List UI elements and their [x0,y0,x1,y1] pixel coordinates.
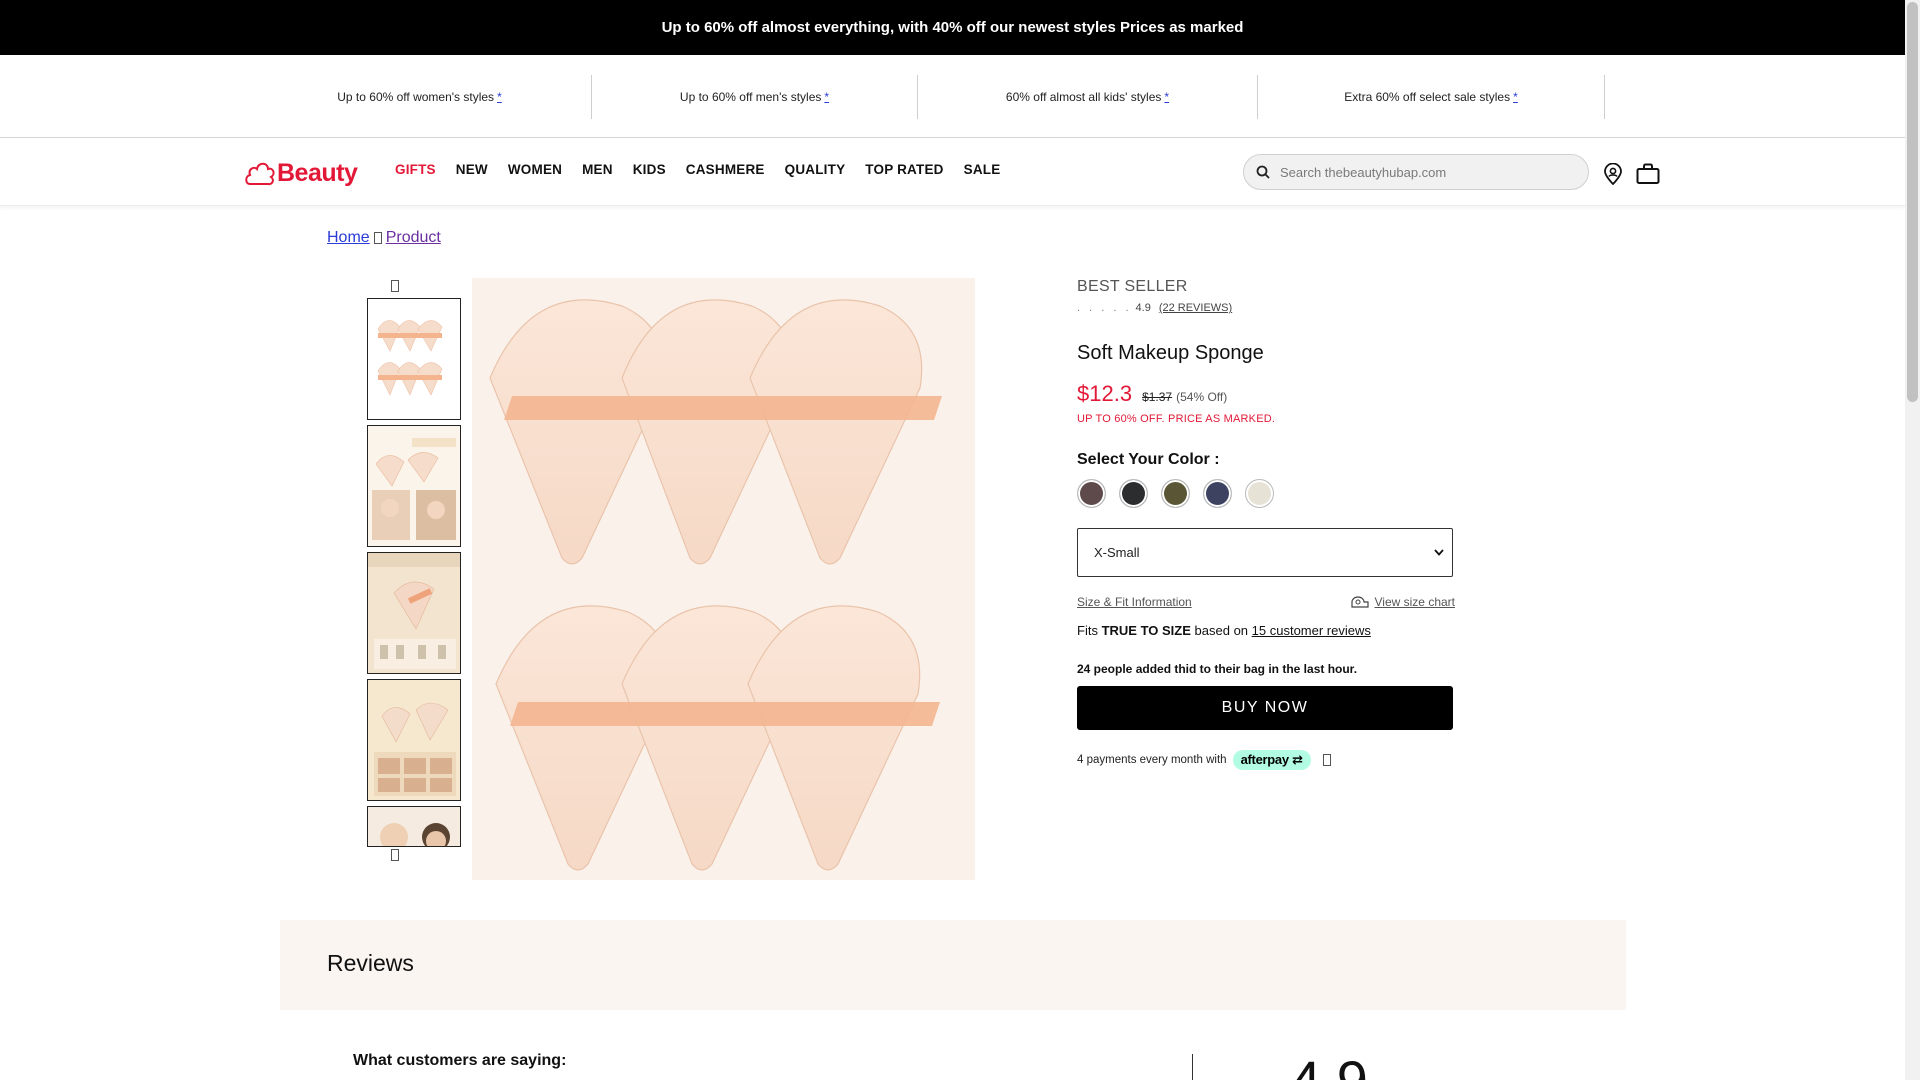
color-swatch-brown[interactable] [1077,479,1106,508]
nav-men[interactable]: MEN [582,162,613,177]
thumbnail-1[interactable] [367,298,461,420]
promo-strip: Up to 60% off women's styles * Up to 60% … [0,55,1905,138]
breadcrumb-separator-icon [373,232,382,244]
promo-men[interactable]: Up to 60% off men's styles * [592,75,917,119]
info-icon[interactable] [1322,754,1331,766]
nav-gifts[interactable]: GIFTS [395,162,436,177]
promo-kids[interactable]: 60% off almost all kids' styles * [918,75,1257,119]
breadcrumb-home[interactable]: Home [327,229,370,247]
view-size-chart-link[interactable]: View size chart [1375,595,1455,609]
search-input[interactable] [1280,164,1560,180]
color-swatch-cream[interactable] [1245,479,1274,508]
thumbnail-2[interactable] [367,425,461,547]
size-select-value: X-Small [1094,545,1140,560]
reviews-section-header: Reviews [280,920,1626,1010]
search-box[interactable] [1243,154,1589,190]
promo-men-text: Up to 60% off men's styles [679,90,822,104]
size-select[interactable]: X-Small [1077,528,1453,577]
nav-sale[interactable]: SALE [964,162,1001,177]
overall-rating: 4.9 [1290,1048,1368,1080]
top-banner: Up to 60% off almost everything, with 40… [0,0,1905,55]
thumbs-up-arrow-icon[interactable] [391,280,399,292]
search-icon [1256,165,1270,179]
reviews-divider [1192,1054,1193,1080]
current-price: $12.3 [1077,381,1133,406]
promo-sale-star[interactable]: * [1513,90,1518,104]
measuring-tape-icon [1350,596,1369,608]
afterpay-row: 4 payments every month with afterpay ⇄ [1077,750,1455,770]
promo-divider [1604,75,1605,119]
nav-cashmere[interactable]: CASHMERE [686,162,765,177]
breadcrumb: Home Product [327,229,441,247]
top-banner-text: Up to 60% off almost everything, with 40… [661,19,1244,36]
price-row: $12.3 $1.37 (54% Off) [1077,381,1455,407]
logo[interactable]: Beauty [244,158,358,188]
thumbnail-4[interactable] [367,679,461,801]
afterpay-logo-icon: ⇄ [1288,752,1303,767]
promo-women[interactable]: Up to 60% off women's styles * [249,75,590,119]
promo-women-text: Up to 60% off women's styles [337,90,495,104]
fits-middle: based on [1194,623,1249,638]
product-info: BEST SELLER . . . . . 4.9 (22 REVIEWS) S… [1077,278,1455,770]
color-swatch-navy[interactable] [1203,479,1232,508]
discount-label: (54% Off) [1176,390,1228,404]
afterpay-brand: afterpay [1240,752,1289,767]
buy-now-button[interactable]: BUY NOW [1077,686,1453,730]
color-swatch-olive[interactable] [1161,479,1190,508]
nav-kids[interactable]: KIDS [633,162,666,177]
promo-sale[interactable]: Extra 60% off select sale styles * [1258,75,1604,119]
rating-value: 4.9 [1135,302,1151,314]
color-label: Select Your Color : [1077,451,1220,468]
main-navbar: Beauty GIFTS NEW WOMEN MEN KIDS CASHMERE… [0,138,1905,206]
sale-note: UP TO 60% OFF. PRICE AS MARKED. [1077,413,1276,425]
reviews-heading: Reviews [327,950,414,976]
thumbs-down-arrow-icon[interactable] [391,849,399,861]
promo-kids-star[interactable]: * [1164,90,1169,104]
thumbnail-5[interactable] [367,806,461,847]
promo-kids-text: 60% off almost all kids' styles [1005,90,1162,104]
customers-saying-heading: What customers are saying: [353,1052,567,1069]
nav-new[interactable]: NEW [456,162,488,177]
scrollbar-thumb[interactable] [1907,2,1918,402]
fit-reviews-link[interactable]: 15 customer reviews [1252,623,1371,638]
logo-text: Beauty [277,158,358,187]
afterpay-badge[interactable]: afterpay ⇄ [1232,750,1311,770]
fit-summary: Fits TRUE TO SIZE based on 15 customer r… [1077,623,1455,638]
original-price: $1.37 [1142,390,1173,404]
rating-row: . . . . . 4.9 (22 REVIEWS) [1077,302,1455,314]
afterpay-text: 4 payments every month with [1077,754,1227,766]
best-seller-badge: BEST SELLER [1077,278,1188,295]
bag-icon[interactable] [1636,162,1660,186]
size-fit-info-link[interactable]: Size & Fit Information [1077,595,1192,609]
size-links: Size & Fit Information View size chart [1077,595,1455,609]
nav-quality[interactable]: QUALITY [785,162,846,177]
main-product-image[interactable] [472,278,975,880]
nav-links: GIFTS NEW WOMEN MEN KIDS CASHMERE QUALIT… [395,162,1020,177]
page-scrollbar[interactable] [1905,0,1920,1080]
promo-men-star[interactable]: * [824,90,829,104]
store-locator-icon[interactable] [1601,162,1625,186]
product-title: Soft Makeup Sponge [1077,342,1264,364]
fits-prefix: Fits [1077,623,1098,638]
promo-women-star[interactable]: * [497,90,502,104]
color-swatch-black[interactable] [1119,479,1148,508]
fits-true-to-size: TRUE TO SIZE [1101,623,1191,638]
reviews-link[interactable]: (22 REVIEWS) [1159,302,1232,314]
rating-stars-icon: . . . . . [1077,302,1132,314]
view-size-chart[interactable]: View size chart [1350,595,1455,609]
logo-icon [245,162,275,186]
added-to-bag-note: 24 people added thid to their bag in the… [1077,662,1358,676]
breadcrumb-product[interactable]: Product [386,229,441,247]
promo-sale-text: Extra 60% off select sale styles [1344,90,1511,104]
chevron-down-icon [1434,549,1444,556]
color-swatches [1077,479,1455,508]
nav-women[interactable]: WOMEN [508,162,562,177]
nav-top-rated[interactable]: TOP RATED [865,162,943,177]
thumbnail-3[interactable] [367,552,461,674]
